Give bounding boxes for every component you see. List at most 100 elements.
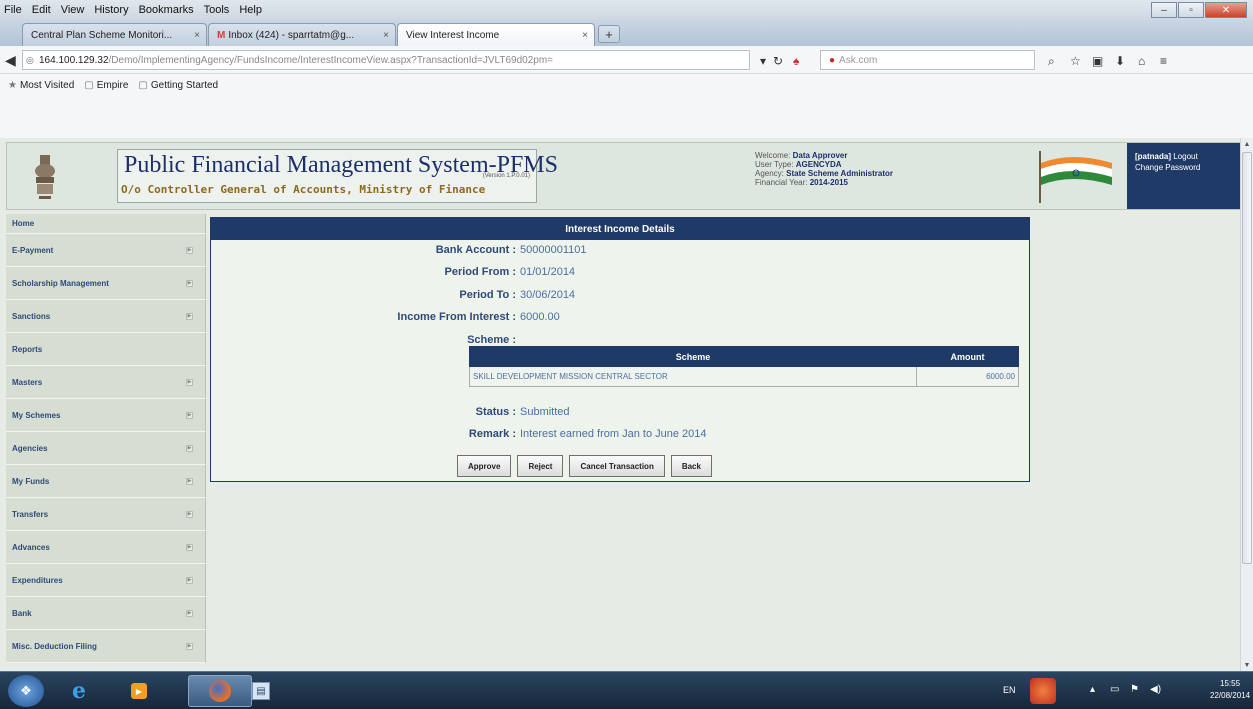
financial-year-label: Financial Year: bbox=[755, 178, 808, 187]
tray-arrow-icon[interactable]: ▴ bbox=[1090, 684, 1095, 695]
sidebar-item-label: Misc. Deduction Filing bbox=[12, 641, 97, 651]
menu-tools[interactable]: Tools bbox=[204, 4, 230, 16]
status-label: Status : bbox=[475, 406, 516, 418]
site-header: Public Financial Management System-PFMS … bbox=[6, 142, 1240, 210]
bank-account-label: Bank Account : bbox=[435, 244, 516, 256]
logout-link[interactable]: Logout bbox=[1173, 152, 1197, 161]
page-scrollbar[interactable]: ▲ ▼ bbox=[1240, 138, 1253, 671]
sidebar-item-transfers[interactable]: Transfers ▶ bbox=[6, 498, 206, 531]
scroll-up-icon[interactable]: ▲ bbox=[1241, 138, 1253, 150]
close-button[interactable]: ✕ bbox=[1205, 2, 1247, 18]
sidebar-item-sanctions[interactable]: Sanctions ▶ bbox=[6, 300, 206, 333]
status-value: Submitted bbox=[520, 406, 570, 418]
tab-inbox[interactable]: M Inbox (424) - sparrtatm@g... × bbox=[208, 23, 396, 46]
reload-icon[interactable]: ↻ bbox=[773, 54, 783, 68]
panel-title: Interest Income Details bbox=[211, 218, 1029, 240]
browser-menubar: File Edit View History Bookmarks Tools H… bbox=[0, 0, 1253, 20]
reject-button[interactable]: Reject bbox=[517, 455, 564, 477]
sidebar-item-bank[interactable]: Bank ▶ bbox=[6, 597, 206, 630]
sidebar-item-expenditures[interactable]: Expenditures ▶ bbox=[6, 564, 206, 597]
sidebar-item-advances[interactable]: Advances ▶ bbox=[6, 531, 206, 564]
bookmark-label: Most Visited bbox=[19, 79, 75, 91]
sidebar-item-misc-deduction-filing[interactable]: Misc. Deduction Filing ▶ bbox=[6, 630, 206, 663]
amount-column-header: Amount bbox=[916, 346, 1019, 367]
new-tab-button[interactable]: + bbox=[598, 25, 620, 43]
menu-edit[interactable]: Edit bbox=[32, 4, 51, 16]
document-app-icon[interactable]: ▤ bbox=[242, 675, 280, 707]
bookmark-icon: ★ bbox=[8, 79, 17, 91]
url-input[interactable]: ◎ 164.100.129.32 /Demo/ImplementingAgenc… bbox=[22, 50, 750, 70]
menu-file[interactable]: File bbox=[4, 4, 22, 16]
language-indicator[interactable]: EN bbox=[1003, 685, 1016, 695]
sidebar-item-my-funds[interactable]: My Funds ▶ bbox=[6, 465, 206, 498]
close-icon[interactable]: × bbox=[383, 30, 389, 41]
tab-central-plan[interactable]: Central Plan Scheme Monitori... × bbox=[22, 23, 207, 46]
sidebar-item-label: E-Payment bbox=[12, 245, 54, 255]
volume-icon[interactable]: ◀) bbox=[1150, 684, 1161, 695]
browser-tabbar: Central Plan Scheme Monitori... × M Inbo… bbox=[0, 20, 1253, 46]
start-button[interactable]: ❖ bbox=[8, 675, 44, 707]
chevron-right-icon: ▶ bbox=[186, 246, 193, 254]
menu-bookmarks[interactable]: Bookmarks bbox=[139, 4, 194, 16]
approve-button[interactable]: Approve bbox=[457, 455, 512, 477]
close-icon[interactable]: × bbox=[582, 30, 588, 41]
close-icon[interactable]: × bbox=[194, 30, 200, 41]
chevron-right-icon: ▶ bbox=[186, 279, 193, 287]
maximize-button[interactable]: ▫ bbox=[1178, 2, 1204, 18]
bookmark-getting-started[interactable]: ▢ Getting Started bbox=[138, 80, 218, 91]
menu-icon[interactable]: ≡ bbox=[1160, 54, 1167, 68]
back-arrow-icon[interactable]: ◀ bbox=[5, 52, 16, 69]
bookmark-star-icon[interactable]: ☆ bbox=[1070, 54, 1081, 68]
change-password-link[interactable]: Change Password bbox=[1135, 162, 1237, 173]
sidebar-item-label: My Funds bbox=[12, 476, 50, 486]
back-button[interactable]: Back bbox=[670, 455, 712, 477]
cancel-transaction-button[interactable]: Cancel Transaction bbox=[569, 455, 665, 477]
income-label: Income From Interest : bbox=[397, 311, 516, 323]
sidebar-item-masters[interactable]: Masters ▶ bbox=[6, 366, 206, 399]
minimize-button[interactable]: – bbox=[1151, 2, 1177, 18]
search-input[interactable]: ● Ask.com bbox=[820, 50, 1035, 70]
media-player-icon[interactable]: ▶ bbox=[120, 675, 158, 707]
dropdown-icon[interactable]: ▾ bbox=[760, 54, 766, 68]
people-icon[interactable] bbox=[1030, 678, 1056, 704]
sidebar-item-scholarship-management[interactable]: Scholarship Management ▶ bbox=[6, 267, 206, 300]
network-icon[interactable]: ▭ bbox=[1110, 684, 1119, 695]
logo-box: Public Financial Management System-PFMS … bbox=[117, 149, 558, 203]
sidebar-item-e-payment[interactable]: E-Payment ▶ bbox=[6, 234, 206, 267]
mail-icon: M bbox=[217, 29, 226, 41]
version-label: (Version 1.P.0.01) bbox=[482, 173, 530, 179]
menu-history[interactable]: History bbox=[94, 4, 128, 16]
addon-icon[interactable]: ♠ bbox=[793, 54, 799, 68]
bookmark-most-visited[interactable]: ★ Most Visited bbox=[8, 80, 74, 91]
home-icon[interactable]: ⌂ bbox=[1138, 54, 1145, 68]
sidebar-item-reports[interactable]: Reports bbox=[6, 333, 206, 366]
url-host: 164.100.129.32 bbox=[39, 54, 109, 66]
scroll-down-icon[interactable]: ▼ bbox=[1241, 659, 1253, 671]
bookmark-empire[interactable]: ▢ Empire bbox=[84, 80, 128, 91]
scrollbar-thumb[interactable] bbox=[1242, 152, 1252, 564]
internet-explorer-icon[interactable]: e bbox=[60, 675, 98, 707]
page-icon: ▢ bbox=[84, 79, 94, 91]
sidebar-item-label: Scholarship Management bbox=[12, 278, 109, 288]
clock-time: 15:55 bbox=[1220, 679, 1241, 688]
sidebar-item-label: Sanctions bbox=[12, 311, 51, 321]
sidebar-item-agencies[interactable]: Agencies ▶ bbox=[6, 432, 206, 465]
download-icon[interactable]: ⬇ bbox=[1115, 54, 1125, 68]
bookmark-label: Empire bbox=[96, 79, 129, 91]
period-to-row: Period To : 30/06/2014 bbox=[211, 289, 575, 303]
sidebar-item-my-schemes[interactable]: My Schemes ▶ bbox=[6, 399, 206, 432]
flag-notification-icon[interactable]: ⚑ bbox=[1130, 684, 1139, 695]
document-icon: ▤ bbox=[252, 682, 270, 700]
username: [patnada] bbox=[1135, 152, 1171, 161]
menu-help[interactable]: Help bbox=[239, 4, 262, 16]
national-emblem-icon bbox=[35, 155, 55, 199]
search-placeholder: Ask.com bbox=[839, 54, 878, 66]
menu-view[interactable]: View bbox=[61, 4, 85, 16]
clipboard-icon[interactable]: ▣ bbox=[1092, 54, 1103, 68]
remark-value: Interest earned from Jan to June 2014 bbox=[520, 428, 707, 440]
system-clock[interactable]: 15:55 22/08/2014 bbox=[1210, 678, 1250, 702]
chevron-right-icon: ▶ bbox=[186, 411, 193, 419]
sidebar-item-home[interactable]: Home bbox=[6, 214, 206, 234]
tab-view-interest-income[interactable]: View Interest Income × bbox=[397, 23, 595, 46]
search-icon[interactable]: ⌕ bbox=[1048, 54, 1055, 69]
